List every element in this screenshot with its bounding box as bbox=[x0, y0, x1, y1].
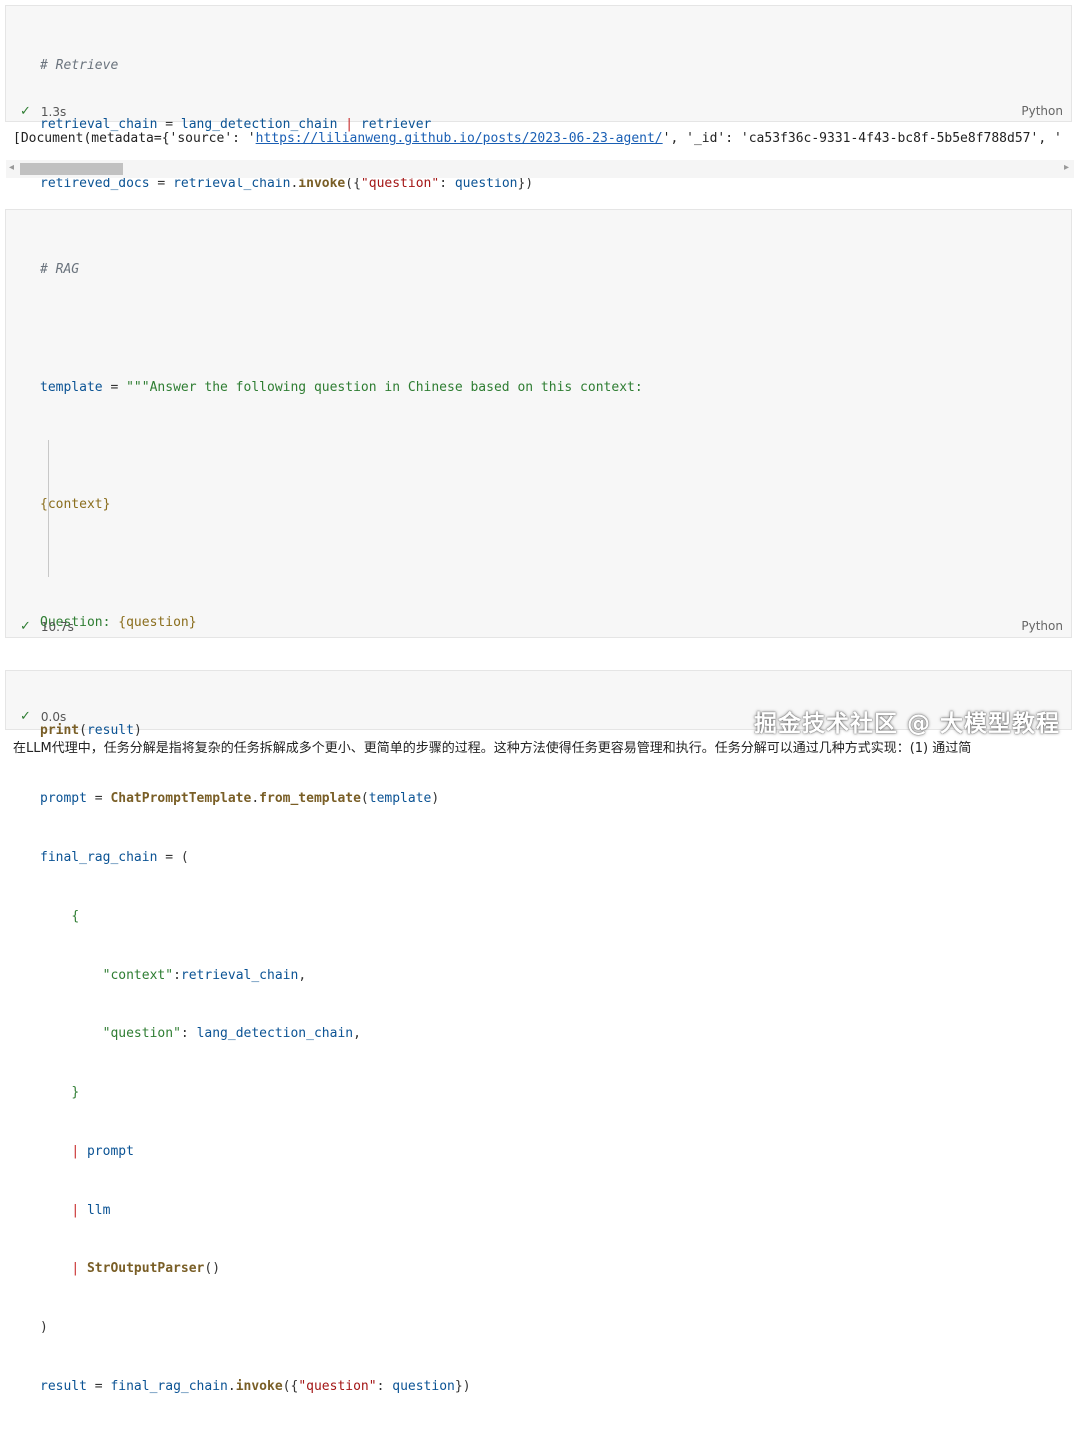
code-line: | StrOutputParser() bbox=[71, 1261, 221, 1277]
code-line: {context} bbox=[40, 497, 111, 513]
code-line: # RAG bbox=[40, 262, 80, 278]
code-line: # Retrieve bbox=[40, 56, 533, 76]
code-cell-retrieve[interactable]: # Retrieve retrieval_chain = lang_detect… bbox=[5, 5, 1072, 250]
code-line: | prompt bbox=[71, 1143, 134, 1159]
horizontal-scrollbar[interactable]: ◂ ▸ bbox=[6, 160, 1074, 178]
language-label[interactable]: Python bbox=[1021, 619, 1063, 633]
cell-output: [Document(metadata={'source': 'https://l… bbox=[13, 131, 1062, 146]
check-icon: ✓ bbox=[20, 619, 31, 634]
code-line: | llm bbox=[71, 1202, 111, 1218]
check-icon: ✓ bbox=[20, 104, 31, 119]
execution-time: 10.7s bbox=[40, 619, 74, 634]
language-label[interactable]: Python bbox=[1021, 104, 1063, 118]
code-line: prompt = ChatPromptTemplate.from_templat… bbox=[40, 791, 440, 807]
code-line: result = final_rag_chain.invoke({"questi… bbox=[40, 1379, 471, 1395]
output-text: [Document(metadata={'source': ' bbox=[13, 131, 256, 146]
result-output: 在LLM代理中，任务分解是指将复杂的任务拆解成多个更小、更简单的步骤的过程。这种… bbox=[13, 741, 972, 756]
code-line: "context":retrieval_chain, bbox=[102, 967, 307, 983]
source-link[interactable]: https://lilianweng.github.io/posts/2023-… bbox=[256, 131, 663, 146]
code-line: "question": lang_detection_chain, bbox=[102, 1026, 361, 1042]
code-line: ) bbox=[40, 1320, 48, 1336]
check-icon: ✓ bbox=[20, 709, 31, 724]
comment: # Retrieve bbox=[40, 58, 119, 74]
chevron-right-icon[interactable]: ▸ bbox=[1064, 162, 1069, 173]
execution-time: 0.0s bbox=[40, 709, 67, 724]
code-line: template = """Answer the following quest… bbox=[40, 379, 643, 395]
code-editor[interactable]: # RAG template = """Answer the following… bbox=[40, 221, 643, 1436]
execution-status: ✓ 0.0s bbox=[20, 709, 66, 724]
chevron-left-icon[interactable]: ◂ bbox=[9, 162, 14, 173]
code-cell-rag[interactable]: # RAG template = """Answer the following… bbox=[5, 209, 1072, 1394]
code-line: } bbox=[71, 1085, 80, 1101]
code-line: { bbox=[71, 908, 80, 924]
scrollbar-thumb[interactable] bbox=[20, 163, 123, 175]
code-line: Question: {question} bbox=[40, 614, 197, 630]
execution-time: 1.3s bbox=[40, 104, 67, 119]
execution-status: ✓ 10.7s bbox=[20, 619, 74, 634]
execution-status: ✓ 1.3s bbox=[20, 104, 66, 119]
watermark: 掘金技术社区 @ 大模型教程 bbox=[753, 711, 1060, 737]
code-line: final_rag_chain = ( bbox=[40, 850, 189, 865]
code-editor[interactable]: print(result) bbox=[40, 682, 142, 780]
output-text: ', '_id': 'ca53f36c-9331-4f43-bc8f-5b5e8… bbox=[662, 131, 1062, 146]
